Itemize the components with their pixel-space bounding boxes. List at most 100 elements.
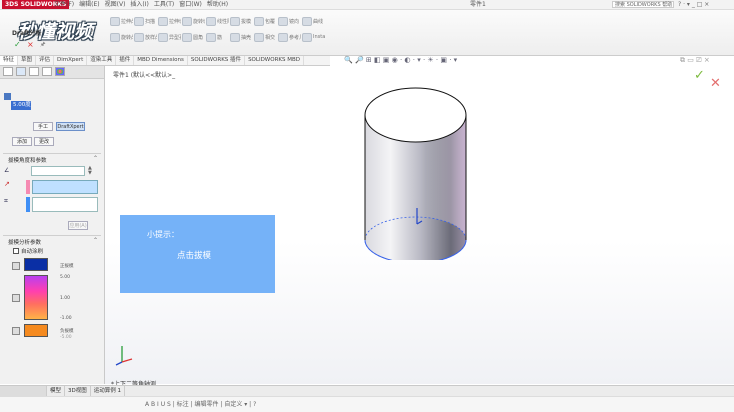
color-picker-icon[interactable] [12,327,20,335]
manual-mode-button[interactable]: 手工 [33,122,53,131]
tab-sketch[interactable]: 草图 [18,56,37,65]
tab-dimxpert[interactable]: DimXpert [54,56,88,65]
ribbon-command-icon[interactable] [110,33,120,42]
ribbon-command-label[interactable]: 旋转切除 [193,18,205,25]
ribbon-command-icon[interactable] [230,33,240,42]
menu-file[interactable]: 文件(F) [54,1,74,8]
draftxpert-mode-button[interactable]: DraftXpert [56,122,85,131]
collapse-icon[interactable]: ⌃ [93,155,98,162]
property-manager-icon[interactable] [16,67,26,76]
window-buttons[interactable]: ? · ▾ _ □ × [678,0,709,9]
ribbon-command-label[interactable]: 放样凸台/基体 [145,34,157,41]
ribbon-command-icon[interactable] [278,17,288,26]
ribbon-command-label[interactable]: 拉伸凸台/基体 [121,18,133,25]
ribbon-command-label[interactable]: 旋转凸台/基体 [121,34,133,41]
command-manager-tabs: 特征 草图 评估 DimXpert 渲染工具 插件 MBD Dimensions SOLIDW… [0,56,330,66]
tab-mbd-dimensions[interactable]: MBD Dimensions [134,56,188,65]
draft-angle-field[interactable] [31,166,85,176]
viewport-window-controls[interactable]: ⧉ ▭ ⎚ × [680,56,710,65]
positive-draft-swatch[interactable] [24,258,48,271]
tab-addins[interactable]: 插件 [116,56,135,65]
ribbon-command-icon[interactable] [230,17,240,26]
color-picker-icon[interactable] [12,294,20,302]
ribbon-command-label[interactable]: 镜向 [289,18,301,25]
property-manager-content [0,66,104,384]
menu-window[interactable]: 窗口(W) [179,1,202,8]
pin-icon[interactable]: 🖈 [40,40,46,50]
menu-insert[interactable]: 插入(I) [130,1,148,8]
color-picker-icon[interactable] [12,262,20,270]
ribbon-command-icon[interactable] [206,33,216,42]
ribbon-command-label[interactable]: 圆角 [193,34,205,41]
ribbon-command-icon[interactable] [302,33,312,42]
ribbon-command-icon[interactable] [158,17,168,26]
tab-model[interactable]: 模型 [47,386,66,396]
flyout-feature-tree-label[interactable]: 零件1 (默认<<默认>_ [113,70,175,79]
legend-tick: 5.00 [60,275,71,280]
document-title: 零件1 [470,1,486,8]
menu-view[interactable]: 视图(V) [105,1,126,8]
heads-up-view-toolbar[interactable]: 🔍 🔎 ⊞ ◧ ▣ ◉ · ◐ · ▾ · ☀ · ▣ · ▾ [344,56,457,65]
ribbon-command-icon[interactable] [254,33,264,42]
cylinder-model[interactable] [355,80,480,260]
auto-paint-checkbox[interactable] [13,248,19,254]
ribbon-command-icon[interactable] [182,33,192,42]
cancel-button[interactable]: × [27,40,34,49]
menu-help[interactable]: 帮助(H) [207,1,228,8]
angle-spinner[interactable]: ▲ ▼ [88,166,92,176]
tab-render-tools[interactable]: 渲染工具 [87,56,117,65]
tab-solidworks-addins[interactable]: SOLIDWORKS 插件 [188,56,246,65]
help-search-input[interactable]: 搜索 SOLIDWORKS 帮助 [612,1,674,8]
tab-evaluate[interactable]: 评估 [36,56,55,65]
faces-selection[interactable] [32,197,98,212]
menu-bar: 文件(F) 编辑(E) 视图(V) 插入(I) 工具(T) 窗口(W) 帮助(H) [54,0,233,9]
tab-solidworks-mbd[interactable]: SOLIDWORKS MBD [245,56,304,65]
ribbon-command-label[interactable]: 扫描 [145,18,157,25]
change-button[interactable]: 更改 [34,137,54,146]
ribbon-command-icon[interactable] [182,17,192,26]
draft-angle-input[interactable]: 5.00度 [11,101,31,110]
help-icon[interactable]: ? [90,28,94,36]
ribbon-command-label[interactable]: Instant3D [313,34,325,40]
pull-direction-selection[interactable] [32,180,98,194]
ribbon-command-label[interactable]: 线性阵列 [217,18,229,25]
ribbon-command-label[interactable]: 拉伸切除 [169,18,181,25]
ribbon-command-icon[interactable] [110,17,120,26]
configuration-icon[interactable] [29,67,39,76]
feature-tree-icon[interactable] [3,67,13,76]
collapse-icon[interactable]: ⌃ [93,237,98,244]
tab-motion-study[interactable]: 运动算例 1 [91,386,126,396]
ribbon-command-label[interactable]: 异型孔向导 [169,34,181,41]
ribbon-command-icon[interactable] [158,33,168,42]
dimxpert-icon[interactable] [42,67,52,76]
ribbon-command-icon[interactable] [134,33,144,42]
confirm-ok-icon[interactable]: ✓ [694,68,705,83]
ribbon-command-label[interactable]: 参考几何体 [289,34,301,41]
ribbon-command-icon[interactable] [302,17,312,26]
group-divider [3,235,101,236]
ok-button[interactable]: ✓ [14,40,21,49]
menu-tools[interactable]: 工具(T) [154,1,174,8]
display-manager-icon[interactable] [55,67,65,76]
ribbon-command-icon[interactable] [206,17,216,26]
ribbon-command-label[interactable]: 包覆 [265,18,277,25]
apply-button[interactable]: 应用(A) [68,221,88,230]
ribbon-command-label[interactable]: 抽壳 [241,34,253,41]
ribbon-command-label[interactable]: 拔模 [241,18,253,25]
menu-edit[interactable]: 编辑(E) [79,1,99,8]
tab-scroll-controls[interactable] [0,386,47,396]
confirm-cancel-icon[interactable]: ✕ [710,76,721,91]
negative-draft-swatch[interactable] [24,324,48,337]
ribbon-command-icon[interactable] [254,17,264,26]
tab-3d-views[interactable]: 3D视图 [65,386,91,396]
ribbon-command-icon[interactable] [278,33,288,42]
ribbon-command-label[interactable]: 相交 [265,34,277,41]
ribbon-command-icon[interactable] [134,17,144,26]
positive-draft-label: 正拔模 [60,264,74,269]
cylinder-top-face [364,87,467,143]
model-view-tabs: 模型 3D视图 运动算例 1 [0,385,734,396]
ribbon-command-label[interactable]: 筋 [217,34,229,41]
add-button[interactable]: 添加 [12,137,32,146]
tab-features[interactable]: 特征 [0,56,19,65]
ribbon-command-label[interactable]: 曲线 [313,18,325,25]
